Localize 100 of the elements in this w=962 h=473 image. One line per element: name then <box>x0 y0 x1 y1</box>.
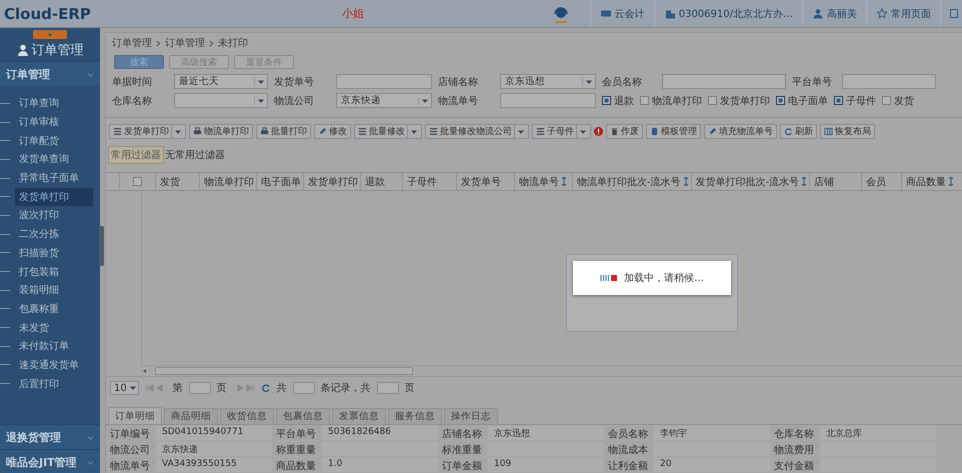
user-icon <box>812 8 824 19</box>
column-header[interactable]: 发货单号 <box>457 173 515 190</box>
toolbar-button[interactable]: 刷新 <box>780 124 817 139</box>
menu-item[interactable]: 打包装箱 <box>15 262 93 281</box>
select-all-checkbox[interactable] <box>133 177 142 186</box>
menu-item[interactable]: 未付款订单 <box>15 337 93 356</box>
panel-handle[interactable] <box>99 226 104 266</box>
menu-item[interactable]: 速卖通发货单 <box>15 356 93 374</box>
menu-item[interactable]: 扫描验货 <box>15 244 93 262</box>
column-header[interactable]: 商品数量 <box>902 173 962 190</box>
checkbox[interactable] <box>708 96 717 105</box>
page-size-select[interactable]: 10 <box>110 381 139 395</box>
menu-item[interactable]: 发货单打印 <box>15 188 93 206</box>
breadcrumb-item[interactable]: 订单管理 <box>165 36 205 50</box>
toolbar-button[interactable]: 修改 <box>314 124 351 139</box>
list-icon <box>113 127 122 136</box>
detail-tab[interactable]: 操作日志 <box>444 408 498 424</box>
menu-item[interactable]: 装箱明细 <box>15 281 93 300</box>
sort-icon <box>801 177 808 186</box>
alert-icon[interactable] <box>594 127 603 136</box>
list-icon <box>536 127 545 136</box>
menu-item[interactable]: 后置打印 <box>15 374 93 393</box>
toolbar-button[interactable]: 子母件 <box>532 124 591 139</box>
toolbar-button[interactable]: 填充物流单号 <box>704 124 777 139</box>
topbar-link[interactable]: 高丽美 <box>802 0 866 27</box>
column-header[interactable]: 物流单号 <box>515 173 573 190</box>
filter-label: 仓库名称 <box>112 94 153 108</box>
menu-item[interactable]: 订单查询 <box>15 94 93 112</box>
filter-label: 店铺名称 <box>438 76 479 88</box>
detail-tab[interactable]: 发票信息 <box>332 408 386 424</box>
filter-select[interactable]: 最近七天 <box>174 74 268 89</box>
column-header[interactable]: 会员 <box>862 173 902 190</box>
topbar-link[interactable]: 云会计 <box>590 0 654 27</box>
filter-input[interactable] <box>500 93 596 108</box>
menu-group-header[interactable]: 订单管理 <box>0 61 100 86</box>
column-header[interactable]: 物流单打印 <box>200 173 257 190</box>
toolbar-button[interactable]: 作废 <box>606 124 643 139</box>
collapse-button[interactable] <box>33 30 67 39</box>
menu-item[interactable]: 异常电子面单 <box>15 169 93 188</box>
menu-item[interactable]: 包裹称重 <box>15 300 93 318</box>
breadcrumb-item[interactable]: 未打印 <box>218 36 248 50</box>
filter-label: 单据时间 <box>112 76 153 88</box>
menu-group-header[interactable]: 唯品会JIT管理 <box>0 449 100 473</box>
menu-item[interactable]: 订单审核 <box>15 113 93 132</box>
chevron-icon <box>87 458 94 466</box>
filter-chip[interactable]: 常用过滤器 <box>108 146 164 164</box>
menu-item[interactable]: 订单配货 <box>15 132 93 150</box>
filter-input[interactable] <box>662 74 786 89</box>
checkbox[interactable] <box>882 96 891 105</box>
topbar-link[interactable]: 常用页面 <box>866 0 940 27</box>
page-label: 页 <box>216 382 227 395</box>
column-header[interactable]: 子母件 <box>403 173 457 190</box>
menu-item[interactable]: 发货单查询 <box>15 150 93 168</box>
checkbox[interactable] <box>640 96 649 105</box>
topbar-link[interactable]: 03006910/北京北方办… <box>654 0 802 27</box>
column-header[interactable]: 发货 <box>156 173 200 190</box>
toolbar-button[interactable]: 模板管理 <box>646 124 701 139</box>
menu-item[interactable]: 二次分拣 <box>15 225 93 244</box>
filter-select[interactable] <box>174 93 268 108</box>
filter-input[interactable] <box>336 74 432 89</box>
detail-tab[interactable]: 收货信息 <box>220 408 274 424</box>
filter-input[interactable] <box>842 74 936 89</box>
checkbox-label: 物流单打印 <box>652 94 702 108</box>
checkbox[interactable] <box>602 96 611 105</box>
page-input[interactable] <box>188 382 211 394</box>
loading-text: 加载中，请稍候... <box>624 272 704 285</box>
toolbar-button[interactable]: 批量打印 <box>256 124 311 139</box>
records-label: 条记录，共 <box>320 382 371 395</box>
filter-select[interactable]: 京东迅想 <box>500 74 596 89</box>
menu-group-header[interactable]: 退换货管理 <box>0 424 100 449</box>
filter-select[interactable]: 京东快递 <box>336 93 432 108</box>
detail-tab[interactable]: 订单明细 <box>108 407 162 424</box>
detail-tab[interactable]: 包裹信息 <box>276 408 330 424</box>
menu-item[interactable]: 未发货 <box>15 318 93 337</box>
chevron-icon <box>156 40 161 46</box>
toolbar-button[interactable]: 物流单打印 <box>189 124 253 139</box>
toolbar-button[interactable]: 发货单打印 <box>109 124 186 139</box>
refresh-icon[interactable] <box>260 383 271 393</box>
detail-tab[interactable]: 服务信息 <box>388 408 442 424</box>
scroll-left-icon[interactable] <box>141 367 149 375</box>
toolbar-button[interactable]: 批量修改物流公司 <box>425 124 529 139</box>
detail-value: SD041015940771 <box>156 426 272 440</box>
column-header[interactable]: 发货单打印 <box>304 173 361 190</box>
toolbar-button[interactable]: 恢复布局 <box>820 124 875 139</box>
toolbar-button[interactable]: 批量修改 <box>354 124 422 139</box>
menu-item[interactable]: 波次打印 <box>15 206 93 224</box>
checkbox[interactable] <box>834 96 843 105</box>
checkbox[interactable] <box>776 96 785 105</box>
app-logo: Cloud-ERP <box>3 4 92 22</box>
column-header[interactable]: 退款 <box>361 173 403 190</box>
sort-icon <box>682 177 689 186</box>
detail-tab[interactable]: 商品明细 <box>164 408 218 424</box>
column-header[interactable]: 发货单打印批次-流水号 <box>692 173 810 190</box>
scrollbar-thumb[interactable] <box>155 367 413 375</box>
column-header[interactable]: 店铺 <box>810 173 862 190</box>
column-header[interactable]: 物流单打印批次-流水号 <box>573 173 692 190</box>
breadcrumb-item[interactable]: 订单管理 <box>112 36 152 50</box>
column-header[interactable]: 电子面单 <box>257 173 304 190</box>
caret-icon <box>174 128 182 136</box>
chevron-icon <box>209 40 214 46</box>
